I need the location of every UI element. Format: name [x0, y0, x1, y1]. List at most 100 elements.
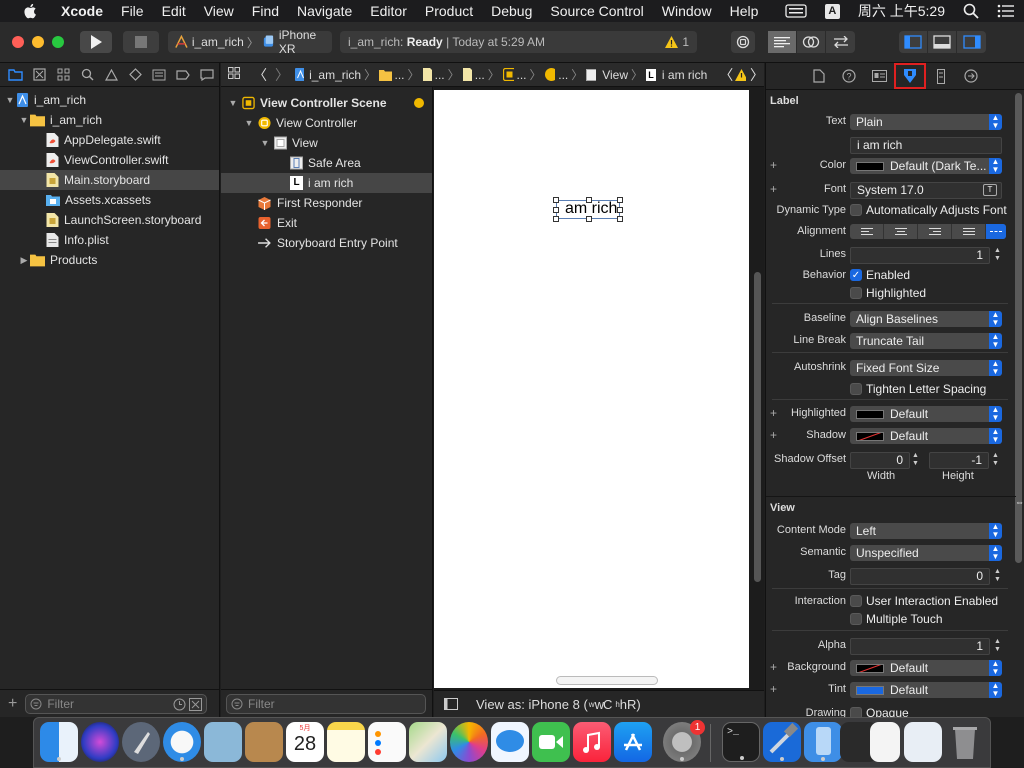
standard-editor-icon[interactable] — [768, 31, 797, 53]
tree-row-products[interactable]: ▶ Products — [0, 250, 219, 270]
assistant-editor-icon[interactable] — [797, 31, 826, 53]
close-window-button[interactable] — [12, 36, 24, 48]
view-as-width-class[interactable]: wC — [595, 697, 613, 712]
crumb-controller[interactable]: ... — [558, 68, 568, 82]
clock[interactable]: 周六 上午5:29 — [858, 1, 945, 21]
back-icon[interactable]: 〈 — [253, 65, 267, 85]
safari-icon[interactable] — [163, 722, 201, 762]
project-navigator-icon[interactable] — [4, 65, 28, 85]
alpha-stepper[interactable]: ▲ ▼ — [994, 638, 1001, 654]
align-natural-icon[interactable] — [986, 224, 1006, 239]
toggle-navigator-icon[interactable] — [899, 31, 928, 53]
semantic-popup[interactable]: Unspecified ▲ ▼ — [850, 545, 1002, 561]
issue-navigator-icon[interactable] — [100, 65, 124, 85]
alpha-field[interactable]: 1 — [850, 638, 990, 655]
opaque-checkbox[interactable] — [850, 707, 862, 717]
add-variation-icon[interactable]: + — [770, 660, 777, 674]
symbol-navigator-icon[interactable] — [52, 65, 76, 85]
enabled-checkbox[interactable]: ✓ — [850, 269, 862, 281]
tag-stepper[interactable]: ▲ ▼ — [994, 568, 1001, 584]
notification-center-icon[interactable] — [997, 4, 1015, 18]
modified-files-icon[interactable] — [189, 697, 203, 711]
tighten-checkbox[interactable] — [850, 383, 862, 395]
resize-handle[interactable] — [553, 207, 559, 213]
report-navigator-icon[interactable] — [195, 65, 219, 85]
tree-row-file[interactable]: Info.plist — [0, 230, 219, 250]
disclosure-open-icon[interactable]: ▼ — [227, 98, 239, 108]
outline-row-entry-point[interactable]: Storyboard Entry Point — [221, 233, 432, 253]
attributes-inspector-icon[interactable] — [894, 63, 926, 89]
add-variation-icon[interactable]: + — [770, 158, 777, 172]
font-picker-icon[interactable]: T — [983, 184, 997, 196]
menu-extra-icon[interactable] — [785, 4, 807, 18]
calendar-icon[interactable]: 5月 28 — [286, 722, 324, 762]
align-center-icon[interactable] — [884, 224, 918, 239]
text-content-field[interactable]: i am rich — [850, 137, 1002, 154]
view-as-height-class[interactable]: hR) — [620, 697, 641, 712]
menu-help[interactable]: Help — [721, 3, 768, 19]
menu-editor[interactable]: Editor — [361, 3, 416, 19]
autoshrink-popup[interactable]: Fixed Font Size ▲ ▼ — [850, 360, 1002, 376]
crumb-scene[interactable]: ... — [517, 68, 527, 82]
menu-find[interactable]: Find — [243, 3, 288, 19]
outline-row-label-selected[interactable]: L i am rich — [221, 173, 432, 193]
tree-row-file-selected[interactable]: Main.storyboard — [0, 170, 219, 190]
shadow-height-field[interactable]: -1 — [929, 452, 989, 469]
menu-file[interactable]: File — [112, 3, 153, 19]
canvas-scrollbar[interactable] — [754, 272, 761, 582]
scheme-selector[interactable]: i_am_rich 〉 iPhone XR — [168, 28, 332, 56]
disclosure-closed-icon[interactable]: ▶ — [18, 255, 30, 266]
line-break-popup[interactable]: Truncate Tail ▲ ▼ — [850, 333, 1002, 349]
breakpoint-navigator-icon[interactable] — [171, 65, 195, 85]
outline-row-safe-area[interactable]: Safe Area — [221, 153, 432, 173]
crumb-view[interactable]: View — [602, 68, 628, 82]
resize-handle[interactable] — [586, 216, 592, 222]
crumb-label[interactable]: i am rich — [662, 68, 707, 82]
text-type-popup[interactable]: Plain ▲ ▼ — [850, 114, 1002, 130]
finder-icon[interactable] — [40, 722, 78, 762]
highlighted-color-popup[interactable]: Default ▲ ▼ — [850, 406, 1002, 422]
lines-stepper[interactable]: ▲ ▼ — [994, 247, 1001, 263]
tree-row-file[interactable]: Assets.xcassets — [0, 190, 219, 210]
warning-icon[interactable] — [735, 68, 746, 81]
apple-icon[interactable] — [20, 3, 42, 19]
downloaded-file-icon[interactable] — [870, 722, 900, 762]
system-preferences-icon[interactable]: 1 — [663, 720, 705, 762]
disclosure-open-icon[interactable]: ▼ — [4, 95, 16, 105]
run-button[interactable] — [80, 31, 112, 53]
previous-issue-icon[interactable]: 〈 — [719, 65, 733, 85]
tree-row-group[interactable]: ▼ i_am_rich — [0, 110, 219, 130]
test-navigator-icon[interactable] — [123, 65, 147, 85]
highlighted-checkbox[interactable] — [850, 287, 862, 299]
tree-row-file[interactable]: LaunchScreen.storyboard — [0, 210, 219, 230]
toggle-outline-icon[interactable] — [444, 698, 458, 710]
zoom-window-button[interactable] — [52, 36, 64, 48]
resize-handle[interactable] — [586, 197, 592, 203]
version-editor-icon[interactable] — [826, 31, 855, 53]
outline-row-exit[interactable]: Exit — [221, 213, 432, 233]
content-mode-popup[interactable]: Left ▲ ▼ — [850, 523, 1002, 539]
menu-view[interactable]: View — [195, 3, 243, 19]
split-resize-handle[interactable]: ⇔ — [1015, 497, 1024, 507]
menu-debug[interactable]: Debug — [482, 3, 541, 19]
terminal-icon[interactable]: >_ — [722, 722, 760, 762]
stop-button[interactable] — [123, 31, 159, 53]
launchpad-icon[interactable] — [122, 722, 160, 762]
trash-icon[interactable] — [946, 722, 984, 762]
add-variation-icon[interactable]: + — [770, 428, 777, 442]
tint-color-popup[interactable]: Default ▲ ▼ — [850, 682, 1002, 698]
shadow-height-stepper[interactable]: ▲ ▼ — [992, 452, 999, 468]
simulator-icon[interactable] — [804, 722, 842, 762]
photos-icon[interactable] — [450, 722, 488, 762]
app-store-icon[interactable] — [614, 722, 652, 762]
siri-icon[interactable] — [81, 722, 119, 762]
tree-row-file[interactable]: ViewController.swift — [0, 150, 219, 170]
contacts-icon[interactable] — [245, 722, 283, 762]
size-inspector-icon[interactable] — [926, 64, 956, 88]
find-navigator-icon[interactable] — [76, 65, 100, 85]
related-items-icon[interactable] — [228, 67, 240, 82]
music-icon[interactable] — [573, 722, 611, 762]
navigator-filter-input[interactable]: Filter — [25, 693, 208, 714]
minimize-window-button[interactable] — [32, 36, 44, 48]
outline-row-controller[interactable]: ▼ View Controller — [221, 113, 432, 133]
